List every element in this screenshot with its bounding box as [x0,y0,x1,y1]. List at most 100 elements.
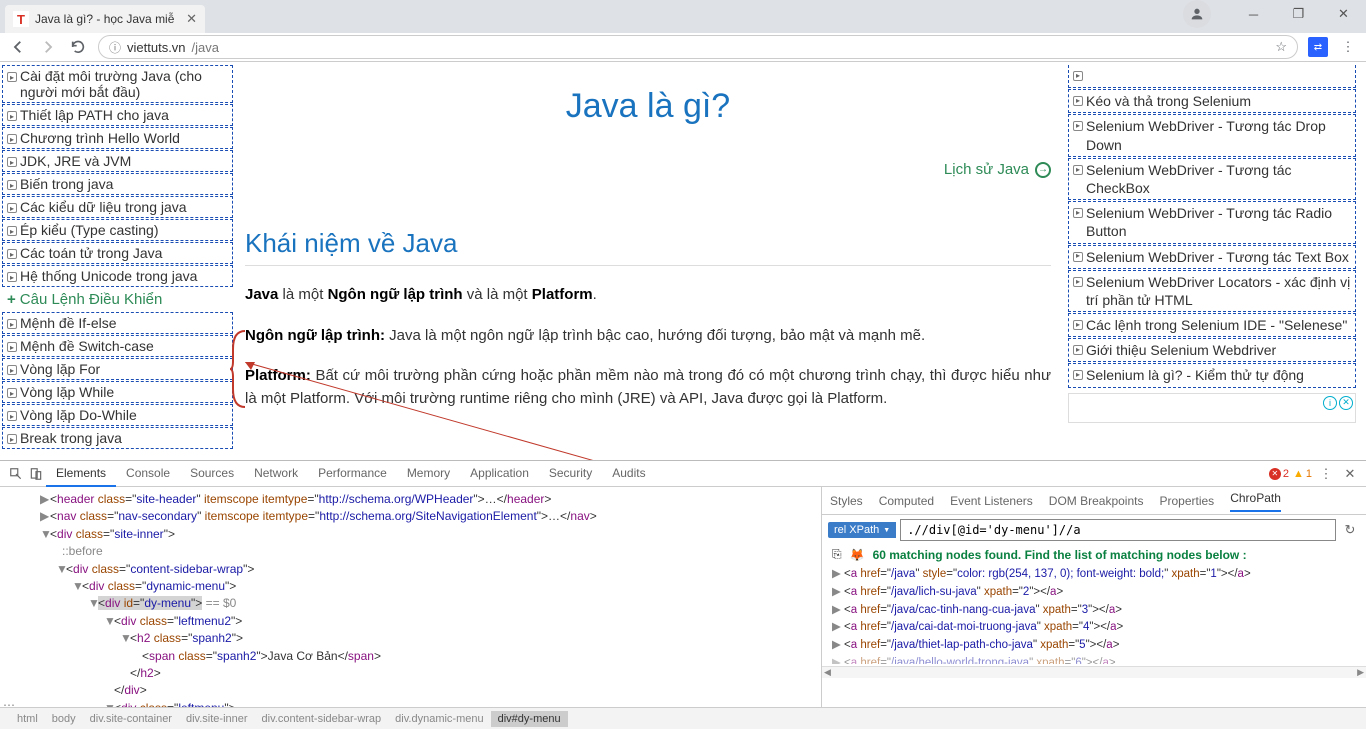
xpath-input[interactable] [900,519,1336,541]
devtools-tab-memory[interactable]: Memory [397,461,460,487]
window-controls: ─ ❐ ✕ [1183,0,1366,28]
site-info-icon[interactable]: ⓘ [109,39,121,56]
sidebar-item[interactable]: ▸x [1068,65,1356,88]
xpath-mode-select[interactable]: rel XPath [828,522,896,538]
breadcrumb-item[interactable]: div.content-sidebar-wrap [255,711,389,727]
sidebar-item[interactable]: ▸Mệnh đề Switch-case [2,335,233,357]
firefox-icon[interactable]: 🦊 [850,548,865,562]
browser-tab[interactable]: T Java là gì? - học Java miễ ✕ [5,5,205,33]
breadcrumb-item[interactable]: div.dynamic-menu [388,711,490,727]
sidepanel-tab-styles[interactable]: Styles [830,494,863,508]
sidebar-item[interactable]: ▸Selenium WebDriver Locators - xác định … [1068,270,1356,312]
result-row[interactable]: ▶ <a href="/java" style="color: rgb(254,… [832,566,1356,584]
extension-icon[interactable]: ⇄ [1308,37,1328,57]
error-badge[interactable]: ✕2 [1269,468,1289,480]
sidebar-item[interactable]: ▸Các toán tử trong Java [2,242,233,264]
devtools-tab-audits[interactable]: Audits [602,461,655,487]
breadcrumb-item[interactable]: div.site-container [83,711,179,727]
copy-icon[interactable]: ⎘ [832,547,842,562]
devtools-tab-elements[interactable]: Elements [46,461,116,487]
sidebar-item[interactable]: ▸Selenium WebDriver - Tương tác CheckBox [1068,158,1356,200]
sidebar-item[interactable]: ▸Selenium WebDriver - Tương tác Radio Bu… [1068,201,1356,243]
result-row[interactable]: ▶ <a href="/java/cai-dat-moi-truong-java… [832,619,1356,637]
url-path: /java [192,40,219,55]
bullet-icon: ▸ [7,319,17,329]
sidebar-item[interactable]: ▸Thiết lập PATH cho java [2,104,233,126]
bullet-icon: ▸ [7,203,17,213]
sidebar-item[interactable]: ▸Selenium WebDriver - Tương tác Drop Dow… [1068,114,1356,156]
close-tab-icon[interactable]: ✕ [186,11,197,27]
close-button[interactable]: ✕ [1321,0,1366,28]
sidebar-item[interactable]: ▸Các lệnh trong Selenium IDE - "Selenese… [1068,313,1356,337]
bullet-icon: ▸ [1073,277,1083,287]
back-button[interactable] [8,37,28,57]
result-row[interactable]: ▶ <a href="/java/cac-tinh-nang-cua-java"… [832,602,1356,620]
sidepanel-tab-dom-breakpoints[interactable]: DOM Breakpoints [1049,494,1144,508]
new-tab-button[interactable] [205,5,233,33]
devtools-tab-security[interactable]: Security [539,461,602,487]
sidebar-item[interactable]: ▸Selenium WebDriver - Tương tác Text Box [1068,245,1356,269]
elements-breadcrumb[interactable]: htmlbodydiv.site-containerdiv.site-inner… [0,707,1366,729]
url-box[interactable]: ⓘ viettuts.vn/java ☆ [98,35,1298,59]
inspect-icon[interactable] [6,464,26,484]
warning-badge[interactable]: ▲1 [1293,468,1312,480]
devtools-tab-performance[interactable]: Performance [308,461,397,487]
sidepanel-tab-event-listeners[interactable]: Event Listeners [950,494,1033,508]
bullet-icon: ▸ [1073,71,1083,81]
ad-placeholder: i✕ [1068,393,1356,423]
sidebar-item[interactable]: ▸Cài đặt môi trường Java (cho người mới … [2,65,233,103]
devtools-tab-sources[interactable]: Sources [180,461,244,487]
next-link[interactable]: Lịch sử Java → [245,161,1051,178]
bookmark-icon[interactable]: ☆ [1275,39,1287,55]
devtools-menu-icon[interactable]: ⋮ [1316,464,1336,484]
breadcrumb-item[interactable]: div.site-inner [179,711,255,727]
sidebar-item[interactable]: ▸Vòng lặp For [2,358,233,380]
sidebar-item[interactable]: ▸JDK, JRE và JVM [2,150,233,172]
bullet-icon: ▸ [7,411,17,421]
sidebar-item[interactable]: ▸Kéo và thả trong Selenium [1068,89,1356,113]
breadcrumb-item[interactable]: body [45,711,83,727]
devtools-tab-application[interactable]: Application [460,461,539,487]
sidepanel-tab-computed[interactable]: Computed [879,494,934,508]
sidebar-item[interactable]: ▸Ép kiểu (Type casting) [2,219,233,241]
breadcrumb-item[interactable]: div#dy-menu [491,711,568,727]
device-toggle-icon[interactable] [26,464,46,484]
forward-button[interactable] [38,37,58,57]
sidebar-item[interactable]: ▸Break trong java [2,427,233,449]
sidebar-item[interactable]: ▸Vòng lặp While [2,381,233,403]
sidebar-item[interactable]: ▸Chương trình Hello World [2,127,233,149]
result-row[interactable]: ▶ <a href="/java/lich-su-java" xpath="2"… [832,584,1356,602]
devtools-tab-network[interactable]: Network [244,461,308,487]
ad-info-icon[interactable]: i [1323,396,1337,410]
devtools-close-icon[interactable]: ✕ [1340,464,1360,484]
reset-icon[interactable]: ↻ [1340,520,1360,540]
breadcrumb-item[interactable]: html [10,711,45,727]
bullet-icon: ▸ [7,388,17,398]
elements-tree[interactable]: ⋯ ▶<header class="site-header" itemscope… [0,487,821,707]
sidebar-item[interactable]: ▸Biến trong java [2,173,233,195]
sidebar-item[interactable]: ▸Selenium là gì? - Kiểm thử tự động [1068,363,1356,387]
bullet-icon: ▸ [1073,370,1083,380]
sidebar-item[interactable]: ▸Các kiểu dữ liệu trong java [2,196,233,218]
sidebar-item[interactable]: ▸Mệnh đề If-else [2,312,233,334]
sidepanel-tab-chropath[interactable]: ChroPath [1230,491,1281,512]
paragraph: Platform: Bất cứ môi trường phần cứng ho… [245,365,1051,410]
devtools-tab-console[interactable]: Console [116,461,180,487]
minimize-button[interactable]: ─ [1231,0,1276,28]
sidebar-group[interactable]: +Câu Lệnh Điều Khiển [2,288,233,311]
chrome-menu-icon[interactable]: ⋮ [1338,37,1358,57]
reload-button[interactable] [68,37,88,57]
result-list[interactable]: ▶ <a href="/java" style="color: rgb(254,… [822,564,1366,666]
user-avatar-icon[interactable] [1183,0,1211,28]
horizontal-scrollbar[interactable]: ◀▶ [822,666,1366,678]
paragraph: Ngôn ngữ lập trình: Java là một ngôn ngữ… [245,325,1051,348]
sidebar-item[interactable]: ▸Hệ thống Unicode trong java [2,265,233,287]
maximize-button[interactable]: ❐ [1276,0,1321,28]
ad-close-icon[interactable]: ✕ [1339,396,1353,410]
result-row[interactable]: ▶ <a href="/java/thiet-lap-path-cho-java… [832,637,1356,655]
sidepanel-tab-properties[interactable]: Properties [1159,494,1214,508]
sidebar-item[interactable]: ▸Giới thiệu Selenium Webdriver [1068,338,1356,362]
sidebar-item[interactable]: ▸Vòng lặp Do-While [2,404,233,426]
result-message: 60 matching nodes found. Find the list o… [873,548,1247,562]
result-row[interactable]: ▶ <a href="/java/hello-world-trong-java"… [832,655,1356,664]
